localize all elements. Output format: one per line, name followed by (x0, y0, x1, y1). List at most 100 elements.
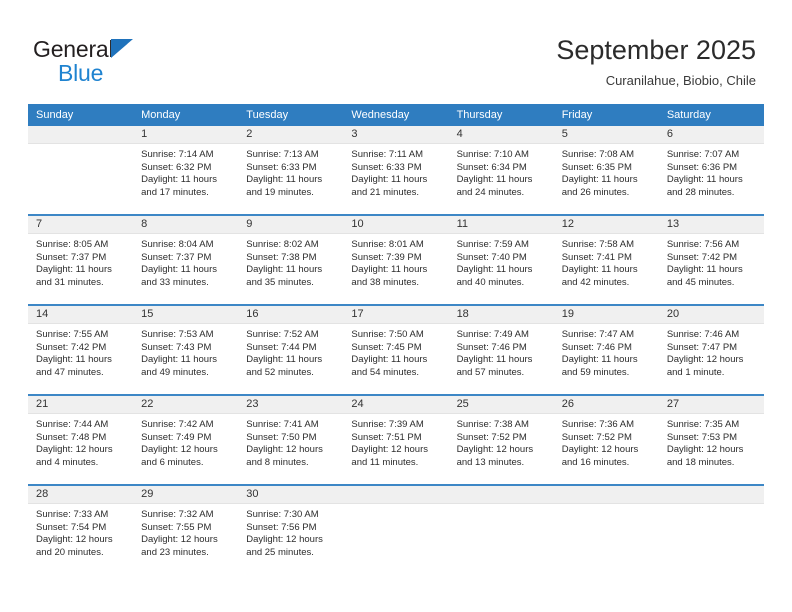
sunset-text: Sunset: 7:45 PM (351, 341, 422, 353)
calendar-body: 1 Sunrise: 7:14 AM Sunset: 6:32 PM Daylight… (28, 126, 764, 574)
calendar-day-cell[interactable]: 25 Sunrise: 7:38 AM Sunset: 7:52 PM Dayligh… (448, 396, 554, 484)
sunrise-text: Sunrise: 8:04 AM (141, 239, 214, 250)
day-details: Sunrise: 7:52 AM Sunset: 7:44 PM Daylight:… (238, 324, 343, 379)
calendar-day-cell[interactable]: 16 Sunrise: 7:52 AM Sunset: 7:44 PM Dayligh… (238, 306, 344, 394)
sunset-text: Sunset: 7:51 PM (351, 431, 422, 443)
calendar-day-cell[interactable]: 6 Sunrise: 7:07 AM Sunset: 6:36 PM Daylight… (658, 126, 764, 214)
calendar-day-cell[interactable]: 15 Sunrise: 7:53 AM Sunset: 7:43 PM Dayligh… (133, 306, 239, 394)
calendar-day-cell[interactable]: 1 Sunrise: 7:14 AM Sunset: 6:32 PM Daylight… (133, 126, 239, 214)
daylight-text-line1: Daylight: 11 hours (351, 354, 428, 366)
sunset-text: Sunset: 7:47 PM (666, 341, 738, 353)
calendar-day-cell[interactable]: 3 Sunrise: 7:11 AM Sunset: 6:33 PM Daylight… (343, 126, 449, 214)
sunrise-text: Sunrise: 7:41 AM (246, 419, 319, 430)
calendar-day-cell[interactable]: 2 Sunrise: 7:13 AM Sunset: 6:33 PM Daylight… (238, 126, 344, 214)
day-number-band (448, 486, 554, 504)
sunset-text: Sunset: 7:43 PM (141, 341, 212, 353)
daylight-text-line1: Daylight: 11 hours (666, 174, 743, 186)
calendar-day-cell[interactable]: 14 Sunrise: 7:55 AM Sunset: 7:42 PM Dayligh… (28, 306, 134, 394)
day-details: Sunrise: 7:30 AM Sunset: 7:56 PM Daylight:… (238, 504, 343, 559)
day-number-band: 2 (238, 126, 344, 144)
calendar-day-cell[interactable]: 27 Sunrise: 7:35 AM Sunset: 7:53 PM Dayligh… (658, 396, 764, 484)
calendar-day-cell[interactable]: 11 Sunrise: 7:59 AM Sunset: 7:40 PM Dayligh… (448, 216, 554, 304)
calendar-day-cell[interactable]: 23 Sunrise: 7:41 AM Sunset: 7:50 PM Dayligh… (238, 396, 344, 484)
daylight-text-line2: and 59 minutes. (561, 366, 630, 378)
daylight-text-line2: and 33 minutes. (141, 276, 209, 288)
calendar-day-cell[interactable]: 28 Sunrise: 7:33 AM Sunset: 7:54 PM Dayligh… (28, 486, 134, 574)
calendar-day-cell[interactable]: 29 Sunrise: 7:32 AM Sunset: 7:55 PM Dayligh… (133, 486, 239, 574)
day-number: 23 (246, 398, 259, 410)
calendar-day-cell[interactable]: 10 Sunrise: 8:01 AM Sunset: 7:39 PM Dayligh… (343, 216, 449, 304)
calendar-header-row: Sunday Monday Tuesday Wednesday Thursday… (28, 104, 764, 126)
daylight-text-line1: Daylight: 11 hours (456, 264, 533, 276)
logo-text-blue: Blue (58, 60, 104, 86)
sunrise-text: Sunrise: 7:13 AM (246, 149, 319, 160)
day-number-band: 8 (133, 216, 239, 234)
day-number-band: 27 (658, 396, 764, 414)
sunset-text: Sunset: 7:46 PM (561, 341, 632, 353)
day-details: Sunrise: 7:07 AM Sunset: 6:36 PM Daylight:… (659, 144, 764, 199)
daylight-text-line2: and 20 minutes. (36, 546, 104, 558)
calendar-day-cell[interactable]: 4 Sunrise: 7:10 AM Sunset: 6:34 PM Daylight… (448, 126, 554, 214)
calendar-day-cell[interactable]: 18 Sunrise: 7:49 AM Sunset: 7:46 PM Dayligh… (448, 306, 554, 394)
day-details: Sunrise: 7:32 AM Sunset: 7:55 PM Daylight:… (133, 504, 238, 559)
day-details: Sunrise: 7:55 AM Sunset: 7:42 PM Daylight:… (28, 324, 133, 379)
daylight-text-line1: Daylight: 11 hours (351, 264, 428, 276)
calendar-day-cell[interactable]: 22 Sunrise: 7:42 AM Sunset: 7:49 PM Dayligh… (133, 396, 239, 484)
weekday-header-sunday: Sunday (28, 104, 134, 126)
sunrise-text: Sunrise: 7:38 AM (456, 419, 529, 430)
calendar-day-cell[interactable]: 19 Sunrise: 7:47 AM Sunset: 7:46 PM Dayligh… (553, 306, 659, 394)
calendar-day-cell[interactable]: 7 Sunrise: 8:05 AM Sunset: 7:37 PM Daylight… (28, 216, 134, 304)
sunset-text: Sunset: 6:33 PM (351, 161, 422, 173)
calendar-day-cell[interactable]: 5 Sunrise: 7:08 AM Sunset: 6:35 PM Daylight… (553, 126, 659, 214)
sunrise-text: Sunrise: 7:35 AM (666, 419, 740, 430)
calendar-day-cell[interactable]: 24 Sunrise: 7:39 AM Sunset: 7:51 PM Dayligh… (343, 396, 449, 484)
calendar-day-cell[interactable]: 26 Sunrise: 7:36 AM Sunset: 7:52 PM Dayligh… (553, 396, 659, 484)
logo-generalblue[interactable]: General Blue (33, 36, 273, 88)
day-number-band: 26 (553, 396, 659, 414)
day-number-band: 6 (658, 126, 764, 144)
sunset-text: Sunset: 7:52 PM (456, 431, 527, 443)
daylight-text-line1: Daylight: 11 hours (36, 264, 112, 276)
daylight-text-line2: and 24 minutes. (456, 186, 525, 198)
calendar-day-cell[interactable]: 8 Sunrise: 8:04 AM Sunset: 7:37 PM Daylight… (133, 216, 239, 304)
calendar-day-cell[interactable]: 12 Sunrise: 7:58 AM Sunset: 7:41 PM Dayligh… (553, 216, 659, 304)
calendar-day-cell-empty (448, 486, 554, 574)
calendar-day-cell[interactable]: 20 Sunrise: 7:46 AM Sunset: 7:47 PM Dayligh… (658, 306, 764, 394)
weekday-header-saturday: Saturday (658, 104, 764, 126)
day-number-band: 11 (448, 216, 554, 234)
calendar-day-cell[interactable]: 17 Sunrise: 7:50 AM Sunset: 7:45 PM Dayligh… (343, 306, 449, 394)
day-details: Sunrise: 7:38 AM Sunset: 7:52 PM Daylight:… (449, 414, 554, 469)
sunset-text: Sunset: 7:53 PM (666, 431, 738, 443)
calendar-grid: Sunday Monday Tuesday Wednesday Thursday… (28, 104, 764, 574)
day-details: Sunrise: 7:47 AM Sunset: 7:46 PM Daylight:… (554, 324, 659, 379)
daylight-text-line2: and 52 minutes. (246, 366, 314, 378)
sunset-text: Sunset: 7:48 PM (36, 431, 107, 443)
day-details: Sunrise: 8:05 AM Sunset: 7:37 PM Daylight:… (28, 234, 133, 289)
sunset-text: Sunset: 7:52 PM (561, 431, 632, 443)
daylight-text-line2: and 31 minutes. (36, 276, 104, 288)
triangle-icon (111, 39, 133, 58)
daylight-text-line2: and 25 minutes. (246, 546, 314, 558)
daylight-text-line1: Daylight: 12 hours (141, 444, 218, 456)
sunrise-text: Sunrise: 7:59 AM (456, 239, 529, 250)
day-number: 10 (351, 218, 364, 230)
calendar-day-cell[interactable]: 9 Sunrise: 8:02 AM Sunset: 7:38 PM Daylight… (238, 216, 344, 304)
daylight-text-line1: Daylight: 12 hours (456, 444, 534, 456)
calendar-day-cell[interactable]: 13 Sunrise: 7:56 AM Sunset: 7:42 PM Dayligh… (658, 216, 764, 304)
day-number-band: 1 (133, 126, 239, 144)
day-number: 29 (141, 488, 154, 500)
day-number: 12 (561, 218, 574, 230)
calendar-day-cell[interactable]: 30 Sunrise: 7:30 AM Sunset: 7:56 PM Dayligh… (238, 486, 344, 574)
day-number-band: 21 (28, 396, 134, 414)
daylight-text-line2: and 42 minutes. (561, 276, 630, 288)
page-header: General Blue September 2025 Curanilahue,… (0, 0, 792, 104)
calendar-day-cell[interactable]: 21 Sunrise: 7:44 AM Sunset: 7:48 PM Dayligh… (28, 396, 134, 484)
day-number-band: 29 (133, 486, 239, 504)
sunset-text: Sunset: 7:49 PM (141, 431, 212, 443)
day-details: Sunrise: 7:33 AM Sunset: 7:54 PM Daylight:… (28, 504, 133, 559)
day-number-band: 20 (658, 306, 764, 324)
day-number: 19 (561, 308, 574, 320)
day-details: Sunrise: 7:08 AM Sunset: 6:35 PM Daylight:… (554, 144, 659, 199)
daylight-text-line1: Daylight: 11 hours (561, 264, 638, 276)
calendar-week-row: 1 Sunrise: 7:14 AM Sunset: 6:32 PM Daylight… (28, 126, 764, 215)
